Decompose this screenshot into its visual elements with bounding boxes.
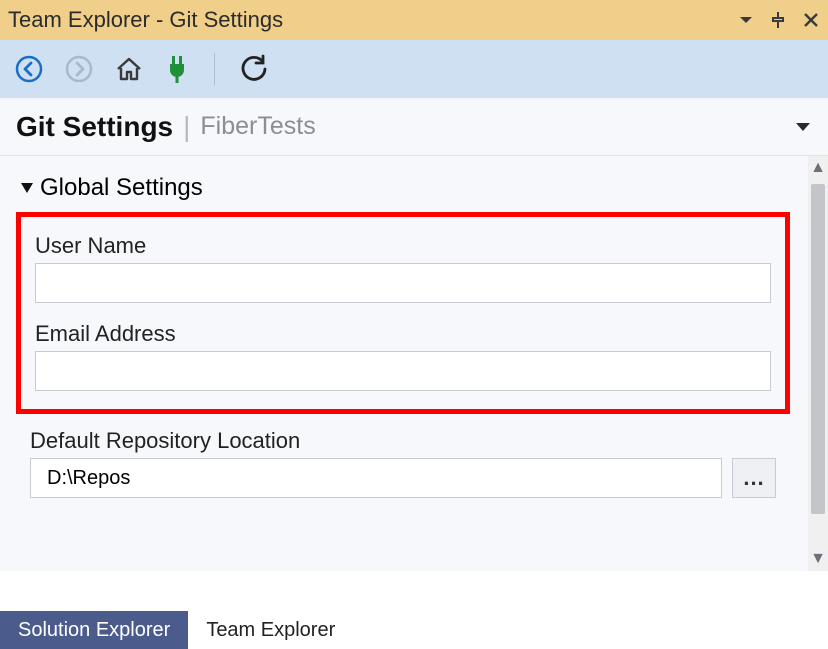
toolbar-separator <box>214 53 215 85</box>
scrollbar-thumb[interactable] <box>811 184 825 514</box>
page-title: Git Settings <box>16 111 173 143</box>
email-input[interactable] <box>35 351 771 391</box>
scrollbar[interactable]: ▲ ▼ <box>808 156 828 571</box>
tab-team-explorer[interactable]: Team Explorer <box>188 611 353 649</box>
username-label: User Name <box>35 233 771 259</box>
highlight-region: User Name Email Address <box>16 212 790 414</box>
close-icon[interactable] <box>802 11 820 29</box>
tab-solution-explorer[interactable]: Solution Explorer <box>0 611 188 649</box>
window-title-bar: Team Explorer - Git Settings <box>0 0 828 40</box>
page-header: Git Settings | FiberTests <box>0 98 828 156</box>
header-menu-icon[interactable] <box>794 118 812 136</box>
section-title: Global Settings <box>40 174 203 202</box>
project-name: FiberTests <box>200 112 315 141</box>
browse-button[interactable]: ... <box>732 458 776 498</box>
window-menu-icon[interactable] <box>738 12 754 28</box>
repo-location-label: Default Repository Location <box>30 428 776 454</box>
repo-location-input[interactable] <box>30 458 722 498</box>
back-icon[interactable] <box>14 54 44 84</box>
collapse-icon <box>20 181 34 195</box>
title-divider: | <box>183 111 190 143</box>
home-icon[interactable] <box>114 54 144 84</box>
email-label: Email Address <box>35 321 771 347</box>
pin-icon[interactable] <box>768 10 788 30</box>
global-settings-header[interactable]: Global Settings <box>20 174 786 202</box>
scroll-up-icon[interactable]: ▲ <box>810 160 826 176</box>
refresh-icon[interactable] <box>239 54 269 84</box>
window-title: Team Explorer - Git Settings <box>8 7 738 33</box>
toolbar <box>0 40 828 98</box>
bottom-tab-strip: Solution Explorer Team Explorer <box>0 611 353 649</box>
username-input[interactable] <box>35 263 771 303</box>
plug-icon[interactable] <box>164 54 190 84</box>
scroll-down-icon[interactable]: ▼ <box>810 551 826 567</box>
forward-icon <box>64 54 94 84</box>
settings-panel: Global Settings User Name Email Address … <box>0 156 808 508</box>
